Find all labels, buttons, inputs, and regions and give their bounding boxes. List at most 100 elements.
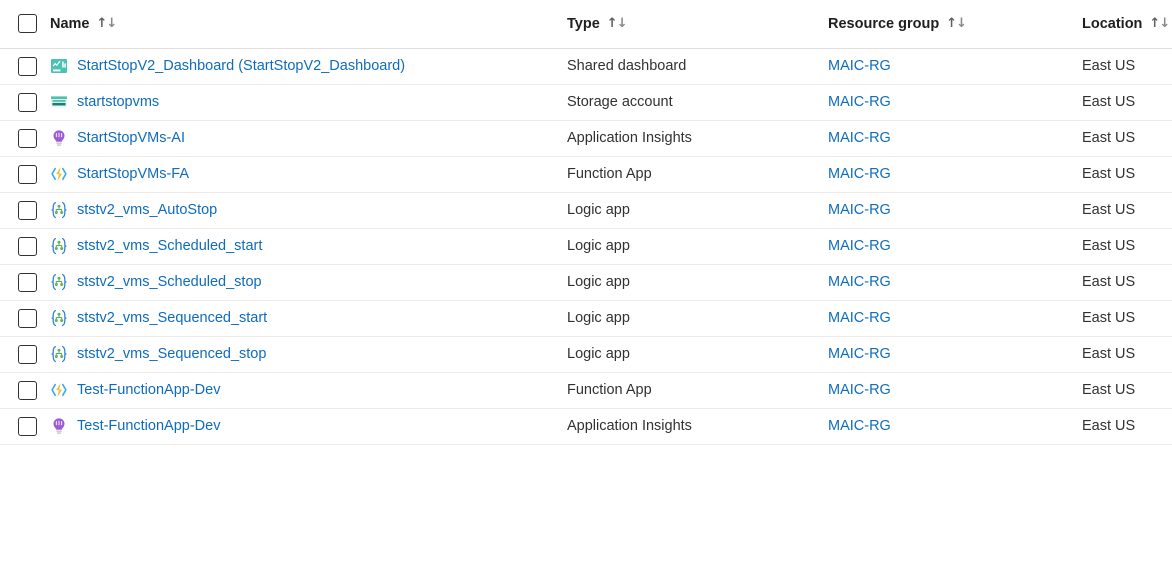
row-select-cell[interactable] [0, 48, 48, 85]
row-select-cell[interactable] [0, 156, 48, 193]
row-select-checkbox[interactable] [18, 236, 37, 256]
sort-arrows-icon[interactable]: ↑↓ [1149, 17, 1170, 30]
resource-group-link[interactable]: MAIC-RG [828, 274, 891, 290]
location-cell: East US [1074, 336, 1172, 373]
table-row[interactable]: StartStopVMs-FA Function App MAIC-RG East U… [0, 156, 1172, 193]
row-select-cell[interactable] [0, 228, 48, 265]
table-header: Name ↑↓ Type ↑↓ Resource group ↑↓ Locati… [0, 0, 1172, 49]
select-all-header [0, 0, 48, 49]
resource-name-link[interactable]: StartStopV2_Dashboard (StartStopV2_Dashb… [77, 58, 405, 74]
resource-group-link[interactable]: MAIC-RG [828, 382, 891, 398]
logic-app-icon [50, 345, 68, 363]
resource-type-cell: Function App [558, 156, 818, 193]
application-insights-icon [50, 129, 68, 147]
resource-group-link[interactable]: MAIC-RG [828, 238, 891, 254]
resource-group-cell: MAIC-RG [818, 156, 1074, 193]
row-select-cell[interactable] [0, 192, 48, 229]
table-row[interactable]: ststv2_vms_Sequenced_stop Logic app MAIC-R… [0, 336, 1172, 373]
table-row[interactable]: ststv2_vms_Scheduled_stop Logic app MAIC-R… [0, 264, 1172, 301]
resource-name-cell: ststv2_vms_AutoStop [48, 192, 558, 229]
table-row[interactable]: ststv2_vms_AutoStop Logic app MAIC-RG East … [0, 192, 1172, 229]
resource-name-link[interactable]: Test-FunctionApp-Dev [77, 382, 220, 398]
resource-name-cell: StartStopV2_Dashboard (StartStopV2_Dashb… [48, 48, 558, 85]
location-cell: East US [1074, 48, 1172, 85]
resource-name-link[interactable]: startstopvms [77, 94, 159, 110]
resource-type-cell: Storage account [558, 84, 818, 121]
resource-group-cell: MAIC-RG [818, 372, 1074, 409]
resource-group-cell: MAIC-RG [818, 192, 1074, 229]
resource-group-link[interactable]: MAIC-RG [828, 346, 891, 362]
resource-name-link[interactable]: Test-FunctionApp-Dev [77, 418, 220, 434]
resource-group-cell: MAIC-RG [818, 48, 1074, 85]
row-select-cell[interactable] [0, 264, 48, 301]
table-row[interactable]: Test-FunctionApp-Dev Application Insights… [0, 408, 1172, 445]
row-select-cell[interactable] [0, 300, 48, 337]
row-select-checkbox[interactable] [18, 308, 37, 328]
location-cell: East US [1074, 120, 1172, 157]
column-header-location-label: Location [1082, 15, 1143, 32]
row-select-cell[interactable] [0, 120, 48, 157]
row-select-checkbox[interactable] [18, 344, 37, 364]
row-select-checkbox[interactable] [18, 200, 37, 220]
resource-group-link[interactable]: MAIC-RG [828, 310, 891, 326]
table-row[interactable]: startstopvms Storage account MAIC-RG East U… [0, 84, 1172, 121]
column-header-resource-group[interactable]: Resource group ↑↓ [818, 0, 1074, 49]
resource-type-cell: Logic app [558, 336, 818, 373]
sort-arrows-icon[interactable]: ↑↓ [97, 17, 118, 30]
function-app-icon [50, 381, 68, 399]
sort-arrows-icon[interactable]: ↑↓ [607, 17, 628, 30]
row-select-checkbox[interactable] [18, 92, 37, 112]
table-row[interactable]: StartStopVMs-AI Application Insights MAIC-… [0, 120, 1172, 157]
column-header-resource-group-label: Resource group [828, 15, 940, 32]
resource-type-cell: Logic app [558, 264, 818, 301]
storage-account-icon [50, 93, 68, 111]
table-row[interactable]: ststv2_vms_Sequenced_start Logic app MAIC-… [0, 300, 1172, 337]
resource-name-link[interactable]: StartStopVMs-FA [77, 166, 189, 182]
function-app-icon [50, 165, 68, 183]
resource-name-cell: ststv2_vms_Sequenced_stop [48, 336, 558, 373]
resource-group-link[interactable]: MAIC-RG [828, 58, 891, 74]
row-select-cell[interactable] [0, 84, 48, 121]
resource-name-link[interactable]: ststv2_vms_Sequenced_stop [77, 346, 266, 362]
resource-name-link[interactable]: StartStopVMs-AI [77, 130, 185, 146]
resource-name-cell: ststv2_vms_Sequenced_start [48, 300, 558, 337]
resource-group-link[interactable]: MAIC-RG [828, 94, 891, 110]
row-select-checkbox[interactable] [18, 128, 37, 148]
resource-type-cell: Application Insights [558, 120, 818, 157]
resource-name-cell: Test-FunctionApp-Dev [48, 372, 558, 409]
resource-group-link[interactable]: MAIC-RG [828, 130, 891, 146]
row-select-checkbox[interactable] [18, 56, 37, 76]
resource-name-link[interactable]: ststv2_vms_AutoStop [77, 202, 217, 218]
application-insights-icon [50, 417, 68, 435]
resource-group-cell: MAIC-RG [818, 300, 1074, 337]
column-header-name[interactable]: Name ↑↓ [48, 0, 558, 49]
row-select-checkbox[interactable] [18, 272, 37, 292]
table-row[interactable]: StartStopV2_Dashboard (StartStopV2_Dashb… [0, 48, 1172, 85]
row-select-cell[interactable] [0, 336, 48, 373]
column-header-type-label: Type [567, 15, 600, 32]
location-cell: East US [1074, 372, 1172, 409]
header-row: Name ↑↓ Type ↑↓ Resource group ↑↓ Locati… [0, 0, 1172, 49]
row-select-cell[interactable] [0, 372, 48, 409]
table-row[interactable]: ststv2_vms_Scheduled_start Logic app MAIC-… [0, 228, 1172, 265]
resource-group-link[interactable]: MAIC-RG [828, 166, 891, 182]
table-row[interactable]: Test-FunctionApp-Dev Function App MAIC-RG E… [0, 372, 1172, 409]
row-select-checkbox[interactable] [18, 164, 37, 184]
column-header-type[interactable]: Type ↑↓ [558, 0, 818, 49]
table-body: StartStopV2_Dashboard (StartStopV2_Dashb… [0, 48, 1172, 445]
resource-name-link[interactable]: ststv2_vms_Scheduled_stop [77, 274, 262, 290]
resource-type-cell: Logic app [558, 300, 818, 337]
resource-name-link[interactable]: ststv2_vms_Sequenced_start [77, 310, 267, 326]
sort-arrows-icon[interactable]: ↑↓ [946, 17, 967, 30]
column-header-location[interactable]: Location ↑↓ [1074, 0, 1172, 49]
row-select-cell[interactable] [0, 408, 48, 445]
resource-group-link[interactable]: MAIC-RG [828, 202, 891, 218]
resource-name-cell: StartStopVMs-AI [48, 120, 558, 157]
logic-app-icon [50, 201, 68, 219]
select-all-checkbox[interactable] [18, 14, 37, 34]
resource-name-link[interactable]: ststv2_vms_Scheduled_start [77, 238, 262, 254]
row-select-checkbox[interactable] [18, 416, 37, 436]
resource-group-link[interactable]: MAIC-RG [828, 418, 891, 434]
resource-group-cell: MAIC-RG [818, 264, 1074, 301]
row-select-checkbox[interactable] [18, 380, 37, 400]
